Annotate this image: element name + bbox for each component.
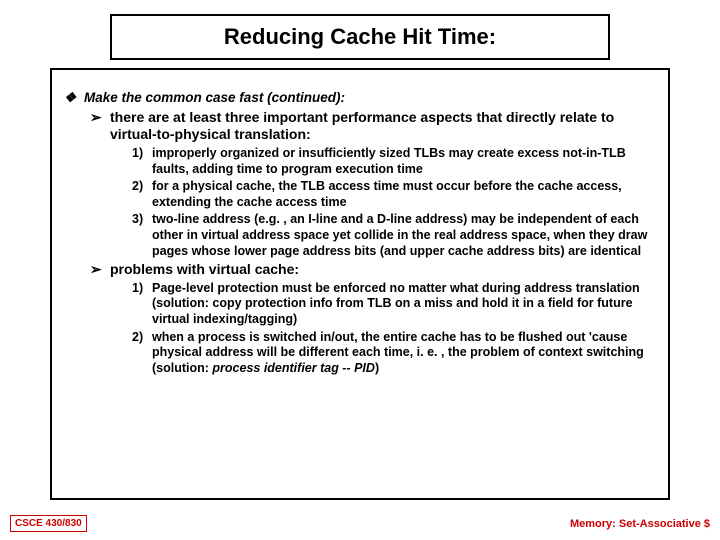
slide-title-box: Reducing Cache Hit Time: [110, 14, 610, 60]
item-text-emphasis: process identifier tag -- PID [212, 361, 375, 375]
item-number: 2) [132, 330, 152, 377]
item-text: Page-level protection must be enforced n… [152, 281, 656, 328]
item-text: improperly organized or insufficiently s… [152, 146, 656, 177]
item-text: when a process is switched in/out, the e… [152, 330, 656, 377]
slide-topic-label: Memory: Set-Associative $ [570, 518, 710, 530]
arrow-bullet-icon: ➢ [90, 261, 110, 279]
bullet-level2-problems: ➢ problems with virtual cache: [90, 261, 656, 279]
level2-heading: there are at least three important perfo… [110, 109, 656, 144]
item-number: 1) [132, 281, 152, 328]
item-number: 1) [132, 146, 152, 177]
bullet-level2-translation: ➢ there are at least three important per… [90, 109, 656, 144]
item-text: for a physical cache, the TLB access tim… [152, 179, 656, 210]
item-number: 3) [132, 212, 152, 259]
course-code-badge: CSCE 430/830 [10, 515, 87, 532]
arrow-bullet-icon: ➢ [90, 109, 110, 144]
level1-text: Make the common case fast (continued): [84, 90, 345, 107]
bullet-level1: ❖ Make the common case fast (continued): [64, 90, 656, 107]
level2-heading: problems with virtual cache: [110, 261, 299, 279]
slide-title: Reducing Cache Hit Time: [112, 24, 608, 50]
content-body: ❖ Make the common case fast (continued):… [64, 90, 656, 377]
diamond-bullet-icon: ❖ [64, 90, 84, 107]
item-number: 2) [132, 179, 152, 210]
list-item: 2) for a physical cache, the TLB access … [132, 179, 656, 210]
list-item: 3) two-line address (e.g. , an I-line an… [132, 212, 656, 259]
list-item: 1) Page-level protection must be enforce… [132, 281, 656, 328]
item-text-post: ) [375, 361, 379, 375]
item-text: two-line address (e.g. , an I-line and a… [152, 212, 656, 259]
list-item: 2) when a process is switched in/out, th… [132, 330, 656, 377]
content-frame: ❖ Make the common case fast (continued):… [50, 68, 670, 500]
list-item: 1) improperly organized or insufficientl… [132, 146, 656, 177]
